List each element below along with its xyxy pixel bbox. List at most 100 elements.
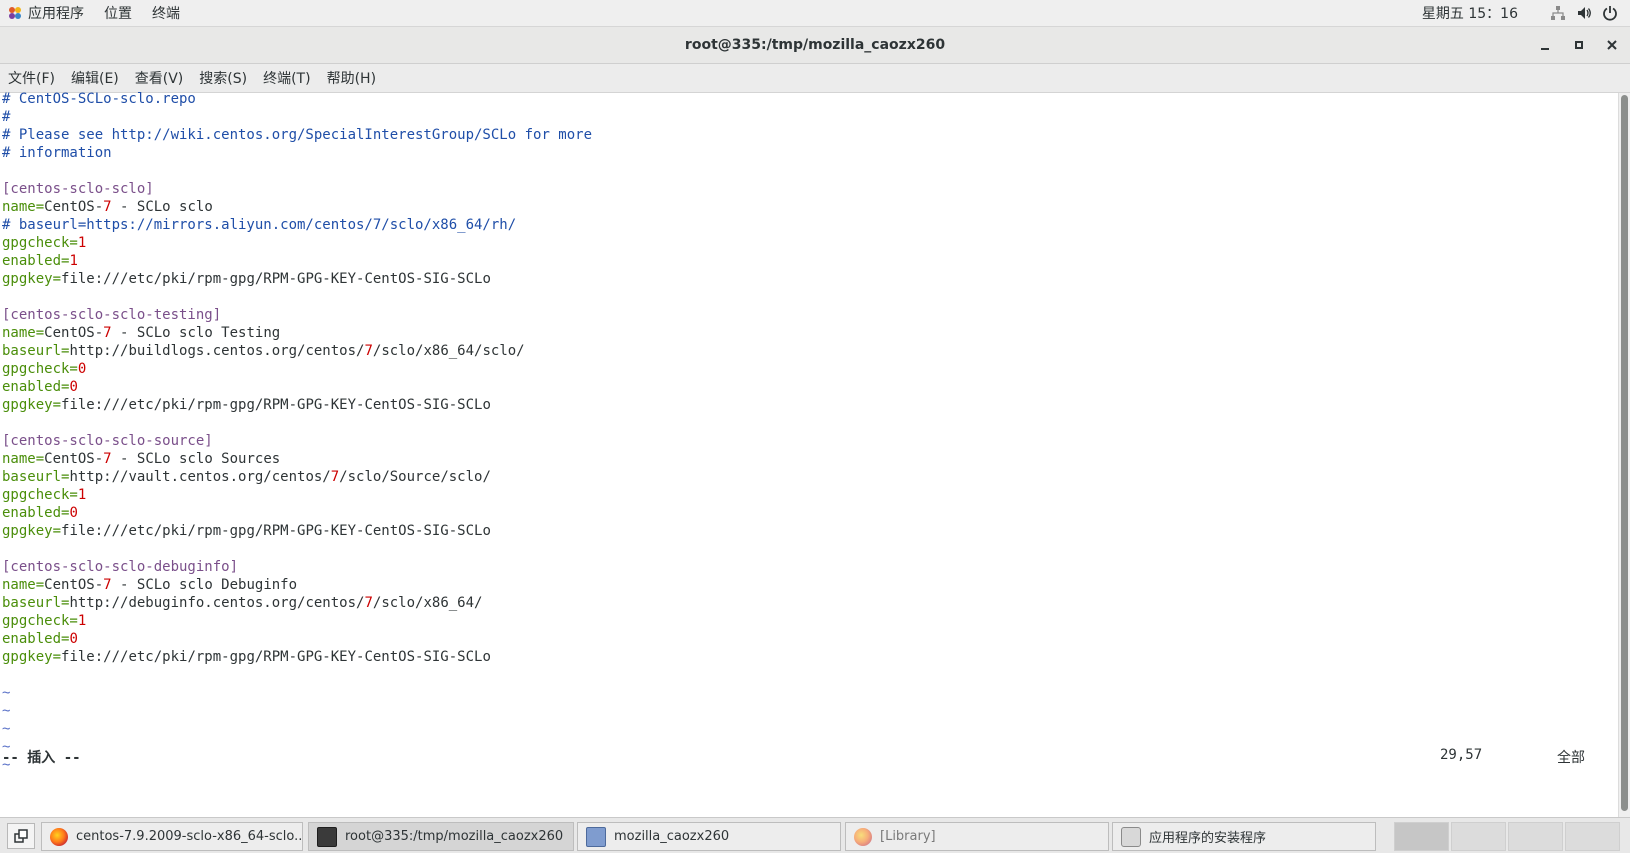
menu-edit[interactable]: 编辑(E) <box>71 68 119 88</box>
taskbar-item-label: mozilla_caozx260 <box>614 829 730 844</box>
editor-line[interactable]: [centos-sclo-sclo] <box>2 180 154 198</box>
editor-line[interactable]: enabled=1 <box>2 252 78 270</box>
editor-line[interactable]: [centos-sclo-sclo-testing] <box>2 306 221 324</box>
menu-search[interactable]: 搜索(S) <box>199 68 247 88</box>
editor-token: name= <box>2 577 45 593</box>
editor-token: gpgcheck= <box>2 235 78 251</box>
minimize-button[interactable] <box>1535 35 1555 55</box>
editor-line[interactable]: gpgcheck=1 <box>2 234 86 252</box>
applications-menu[interactable]: 应用程序 <box>28 3 84 23</box>
editor-line[interactable]: [centos-sclo-sclo-debuginfo] <box>2 558 238 576</box>
maximize-button[interactable] <box>1569 35 1589 55</box>
editor-line[interactable]: # Please see http://wiki.centos.org/Spec… <box>2 126 592 144</box>
menu-view[interactable]: 查看(V) <box>135 68 184 88</box>
editor-token: name= <box>2 451 45 467</box>
workspace-1[interactable] <box>1394 822 1449 851</box>
editor-token: http://debuginfo.centos.org/centos/ <box>69 595 365 611</box>
taskbar-item-library[interactable]: [Library] <box>845 822 1109 851</box>
taskbar-item-label: centos-7.9.2009-sclo-x86_64-sclo... <box>76 829 303 844</box>
top-panel-right: 星期五 15：16 <box>1422 0 1618 26</box>
editor-line[interactable]: # <box>2 108 10 126</box>
editor-line[interactable]: baseurl=http://buildlogs.centos.org/cent… <box>2 342 525 360</box>
editor-token: CentOS- <box>44 325 104 341</box>
taskbar-item-label: root@335:/tmp/mozilla_caozx260 <box>345 829 564 844</box>
editor-line[interactable]: enabled=0 <box>2 378 78 396</box>
editor-token: - SCLo sclo Testing <box>111 325 281 341</box>
editor-line[interactable]: name=CentOS-7 - SCLo sclo Sources <box>2 450 280 468</box>
editor-line[interactable]: name=CentOS-7 - SCLo sclo Testing <box>2 324 280 342</box>
clock[interactable]: 星期五 15：16 <box>1422 3 1518 23</box>
file-manager-icon <box>586 826 606 847</box>
show-desktop-button[interactable] <box>7 823 35 849</box>
editor-line[interactable]: enabled=0 <box>2 504 78 522</box>
editor-line[interactable]: baseurl=http://vault.centos.org/centos/7… <box>2 468 491 486</box>
editor-line[interactable]: # baseurl=https://mirrors.aliyun.com/cen… <box>2 216 516 234</box>
editor-token: 1 <box>77 613 87 629</box>
editor-token: 7 <box>103 199 112 215</box>
editor-line[interactable]: gpgkey=file:///etc/pki/rpm-gpg/RPM-GPG-K… <box>2 270 491 288</box>
editor-line[interactable]: # CentOS-SCLo-sclo.repo <box>2 90 196 108</box>
editor-token: file:///etc/pki/rpm-gpg/RPM-GPG-KEY-Cent… <box>61 523 491 539</box>
editor-token: gpgkey= <box>2 523 62 539</box>
editor-line[interactable]: name=CentOS-7 - SCLo sclo <box>2 198 213 216</box>
terminal-area[interactable]: # CentOS-SCLo-sclo.repo # # Please see htt… <box>0 90 1618 817</box>
taskbar-item-software-installer[interactable]: 应用程序的安装程序 <box>1112 822 1376 851</box>
menu-help[interactable]: 帮助(H) <box>327 68 376 88</box>
editor-line[interactable]: ~ <box>2 684 10 702</box>
close-button[interactable] <box>1602 35 1622 55</box>
editor-token: # information <box>2 145 112 161</box>
editor-token: # baseurl=https://mirrors.aliyun.com/cen… <box>2 217 517 233</box>
editor-token: enabled= <box>2 631 70 647</box>
places-menu[interactable]: 位置 <box>104 3 132 23</box>
editor-line[interactable]: enabled=0 <box>2 630 78 648</box>
editor-line[interactable]: gpgcheck=0 <box>2 360 86 378</box>
terminal-icon <box>317 826 337 847</box>
scrollbar-thumb[interactable] <box>1621 95 1628 811</box>
editor-token: gpgkey= <box>2 649 62 665</box>
editor-token: 1 <box>69 253 78 269</box>
menu-file[interactable]: 文件(F) <box>8 68 55 88</box>
editor-token: baseurl= <box>2 469 70 485</box>
editor-token: [centos-sclo-sclo-source] <box>2 433 213 449</box>
window-titlebar[interactable]: root@335:/tmp/mozilla_caozx260 <box>0 27 1630 64</box>
power-icon[interactable] <box>1602 5 1618 21</box>
editor-line[interactable]: gpgkey=file:///etc/pki/rpm-gpg/RPM-GPG-K… <box>2 648 491 666</box>
editor-line[interactable]: ~ <box>2 720 10 738</box>
editor-line[interactable]: gpgkey=file:///etc/pki/rpm-gpg/RPM-GPG-K… <box>2 396 491 414</box>
editor-line[interactable]: name=CentOS-7 - SCLo sclo Debuginfo <box>2 576 297 594</box>
editor-line[interactable]: gpgcheck=1 <box>2 612 86 630</box>
editor-token: baseurl= <box>2 595 70 611</box>
applications-icon[interactable] <box>8 6 22 20</box>
editor-token: name= <box>2 325 45 341</box>
editor-token: file:///etc/pki/rpm-gpg/RPM-GPG-KEY-Cent… <box>61 397 491 413</box>
taskbar-item-label: 应用程序的安装程序 <box>1149 831 1267 846</box>
terminal-scrollbar[interactable] <box>1618 93 1630 817</box>
editor-line[interactable]: # information <box>2 144 112 162</box>
workspace-4[interactable] <box>1565 822 1620 851</box>
workspace-2[interactable] <box>1451 822 1506 851</box>
editor-line[interactable]: baseurl=http://debuginfo.centos.org/cent… <box>2 594 482 612</box>
editor-line[interactable]: [centos-sclo-sclo-source] <box>2 432 213 450</box>
editor-line[interactable]: gpgkey=file:///etc/pki/rpm-gpg/RPM-GPG-K… <box>2 522 491 540</box>
taskbar-item-firefox-sclo[interactable]: centos-7.9.2009-sclo-x86_64-sclo... <box>41 822 303 851</box>
editor-token: ~ <box>2 721 11 737</box>
taskbar-item-terminal[interactable]: root@335:/tmp/mozilla_caozx260 <box>308 822 574 851</box>
editor-token: gpgkey= <box>2 271 62 287</box>
firefox-icon <box>50 827 68 846</box>
editor-line[interactable]: gpgcheck=1 <box>2 486 86 504</box>
editor-token: 0 <box>69 505 78 521</box>
editor-token: enabled= <box>2 253 70 269</box>
network-icon[interactable] <box>1550 5 1566 21</box>
menu-terminal[interactable]: 终端(T) <box>263 68 310 88</box>
editor-token: /sclo/Source/sclo/ <box>339 469 491 485</box>
terminal-app-menu[interactable]: 终端 <box>152 3 180 23</box>
editor-token: gpgcheck= <box>2 613 78 629</box>
taskbar-item-file-manager[interactable]: mozilla_caozx260 <box>577 822 841 851</box>
editor-token: ~ <box>2 703 11 719</box>
workspace-3[interactable] <box>1508 822 1563 851</box>
editor-token: enabled= <box>2 379 70 395</box>
editor-line[interactable]: ~ <box>2 702 10 720</box>
editor-token: 1 <box>77 487 87 503</box>
volume-icon[interactable] <box>1576 5 1592 21</box>
software-installer-icon <box>1121 826 1141 847</box>
